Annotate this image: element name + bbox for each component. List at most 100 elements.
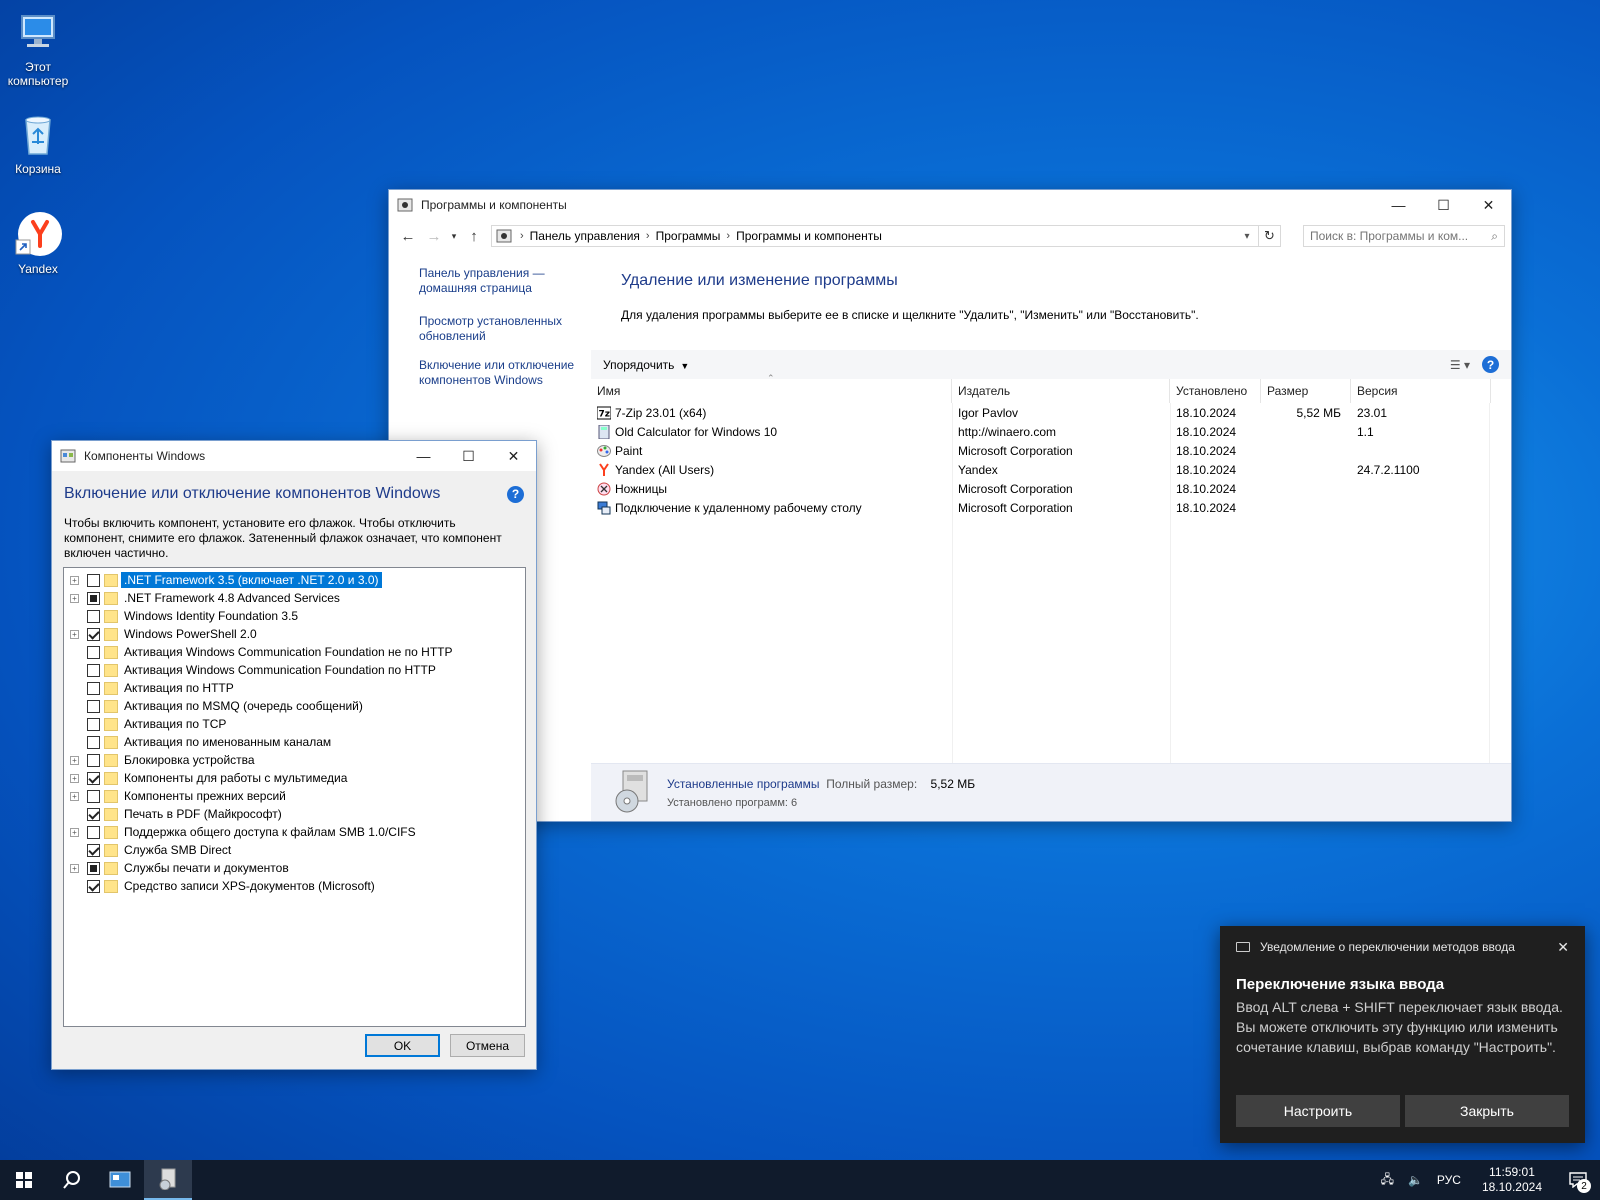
close-button[interactable]: ✕ <box>491 441 536 471</box>
search-input[interactable] <box>1310 229 1492 243</box>
column-installed[interactable]: Установлено <box>1170 379 1261 403</box>
desktop-icon-yandex[interactable]: Yandex <box>0 210 76 276</box>
column-version[interactable]: Версия <box>1351 379 1491 403</box>
expand-plus-icon[interactable]: + <box>70 755 79 765</box>
search-icon[interactable]: ⌕ <box>1491 229 1498 244</box>
feature-item[interactable]: + Компоненты для работы с мультимедиа <box>64 769 525 787</box>
breadcrumb-control-panel[interactable]: Панель управления <box>530 229 640 243</box>
address-bar[interactable]: › Панель управления › Программы › Програ… <box>491 225 1259 247</box>
feature-checkbox[interactable] <box>87 699 100 713</box>
breadcrumb-programs[interactable]: Программы <box>656 229 721 243</box>
feature-checkbox[interactable] <box>87 609 100 623</box>
expand-plus-icon[interactable]: + <box>70 863 79 873</box>
feature-checkbox[interactable] <box>87 825 100 839</box>
view-options-icon[interactable]: ☰ ▾ <box>1450 358 1470 372</box>
column-publisher[interactable]: Издатель <box>952 379 1170 403</box>
feature-item[interactable]: Активация по TCP <box>64 715 525 733</box>
feature-item[interactable]: + Поддержка общего доступа к файлам SMB 1… <box>64 823 525 841</box>
feature-checkbox[interactable] <box>87 843 100 857</box>
feature-checkbox[interactable] <box>87 807 100 821</box>
refresh-icon[interactable]: ↻ <box>1259 225 1281 247</box>
minimize-button[interactable]: — <box>1376 190 1421 220</box>
close-icon[interactable]: ✕ <box>1557 939 1569 956</box>
feature-item[interactable]: Служба SMB Direct <box>64 841 525 859</box>
back-arrow-icon[interactable]: ← <box>395 228 421 245</box>
desktop-icon-recycle-bin[interactable]: Корзина <box>0 110 76 176</box>
features-tree[interactable]: + .NET Framework 3.5 (включает .NET 2.0 и… <box>63 567 526 1027</box>
breadcrumb-programs-and-features[interactable]: Программы и компоненты <box>736 229 882 243</box>
dismiss-button[interactable]: Закрыть <box>1405 1095 1569 1127</box>
feature-checkbox[interactable] <box>87 861 100 875</box>
feature-checkbox[interactable] <box>87 627 100 641</box>
minimize-button[interactable]: — <box>401 441 446 471</box>
link-view-installed-updates[interactable]: Просмотр установленных обновлений <box>419 314 589 344</box>
feature-item[interactable]: + .NET Framework 4.8 Advanced Services <box>64 589 525 607</box>
configure-button[interactable]: Настроить <box>1236 1095 1400 1127</box>
feature-item[interactable]: + Windows PowerShell 2.0 <box>64 625 525 643</box>
taskbar-app-programs-features[interactable] <box>144 1160 192 1200</box>
table-row[interactable]: Yandex (All Users) Yandex 18.10.2024 24.7.2… <box>591 460 1511 479</box>
up-arrow-icon[interactable]: ↑ <box>461 228 487 245</box>
expand-plus-icon[interactable]: + <box>70 629 79 639</box>
forward-arrow-icon[interactable]: → <box>421 228 447 245</box>
maximize-button[interactable]: ☐ <box>446 441 491 471</box>
recent-chevron-icon[interactable]: ▾ <box>447 231 461 242</box>
feature-checkbox[interactable] <box>87 591 100 605</box>
feature-checkbox[interactable] <box>87 663 100 677</box>
link-control-panel-home[interactable]: Панель управления — домашняя страница <box>419 266 589 296</box>
feature-checkbox[interactable] <box>87 879 100 893</box>
table-row[interactable]: 7z 7-Zip 23.01 (x64) Igor Pavlov 18.10.2024… <box>591 403 1511 422</box>
expand-plus-icon[interactable]: + <box>70 791 79 801</box>
feature-checkbox[interactable] <box>87 645 100 659</box>
taskbar-app-control-panel[interactable] <box>96 1160 144 1200</box>
expand-plus-icon[interactable]: + <box>70 593 79 603</box>
feature-item[interactable]: + .NET Framework 3.5 (включает .NET 2.0 и… <box>64 571 525 589</box>
help-icon[interactable]: ? <box>1482 356 1499 373</box>
chevron-down-icon[interactable]: ▾ <box>1236 231 1258 242</box>
help-icon[interactable]: ? <box>507 485 524 503</box>
feature-checkbox[interactable] <box>87 771 100 785</box>
feature-checkbox[interactable] <box>87 717 100 731</box>
action-center-button[interactable]: 2 <box>1556 1160 1600 1200</box>
expand-plus-icon[interactable]: + <box>70 575 79 585</box>
feature-checkbox[interactable] <box>87 789 100 803</box>
language-indicator[interactable]: РУС <box>1430 1173 1468 1187</box>
feature-item[interactable]: Активация Windows Communication Foundati… <box>64 661 525 679</box>
feature-item[interactable]: Активация по именованным каналам <box>64 733 525 751</box>
feature-checkbox[interactable] <box>87 735 100 749</box>
window-titlebar[interactable]: Программы и компоненты — ☐ ✕ <box>389 190 1511 220</box>
search-box[interactable]: ⌕ <box>1303 225 1505 247</box>
feature-item[interactable]: Активация по MSMQ (очередь сообщений) <box>64 697 525 715</box>
table-row[interactable]: Ножницы Microsoft Corporation 18.10.2024 <box>591 479 1511 498</box>
clock[interactable]: 11:59:01 18.10.2024 <box>1468 1165 1556 1195</box>
feature-item[interactable]: + Компоненты прежних версий <box>64 787 525 805</box>
desktop-icon-this-pc[interactable]: Этот компьютер <box>0 8 76 88</box>
ok-button[interactable]: OK <box>365 1034 440 1057</box>
feature-item[interactable]: Средство записи XPS-документов (Microsof… <box>64 877 525 895</box>
window-titlebar[interactable]: Компоненты Windows — ☐ ✕ <box>52 441 536 471</box>
link-windows-features[interactable]: Включение или отключение компонентов Wind… <box>419 358 589 388</box>
chevron-right-icon[interactable]: › <box>646 230 650 242</box>
feature-item[interactable]: Активация по HTTP <box>64 679 525 697</box>
expand-plus-icon[interactable]: + <box>70 827 79 837</box>
feature-item[interactable]: + Блокировка устройства <box>64 751 525 769</box>
search-button[interactable] <box>48 1160 96 1200</box>
table-row[interactable]: Paint Microsoft Corporation 18.10.2024 <box>591 441 1511 460</box>
table-row[interactable]: Подключение к удаленному рабочему столу M… <box>591 498 1511 517</box>
column-size[interactable]: Размер <box>1261 379 1351 403</box>
feature-checkbox[interactable] <box>87 573 100 587</box>
start-button[interactable] <box>0 1160 48 1200</box>
feature-item[interactable]: + Службы печати и документов <box>64 859 525 877</box>
cancel-button[interactable]: Отмена <box>450 1034 525 1057</box>
organize-button[interactable]: Упорядочить ▼ <box>603 358 689 372</box>
feature-checkbox[interactable] <box>87 753 100 767</box>
close-button[interactable]: ✕ <box>1466 190 1511 220</box>
table-row[interactable]: Old Calculator for Windows 10 http://wina… <box>591 422 1511 441</box>
feature-item[interactable]: Активация Windows Communication Foundati… <box>64 643 525 661</box>
volume-icon[interactable]: 🔈 <box>1401 1173 1430 1187</box>
maximize-button[interactable]: ☐ <box>1421 190 1466 220</box>
network-icon[interactable]: 🖧 <box>1374 1170 1401 1191</box>
feature-item[interactable]: Печать в PDF (Майкрософт) <box>64 805 525 823</box>
chevron-right-icon[interactable]: › <box>726 230 730 242</box>
feature-item[interactable]: Windows Identity Foundation 3.5 <box>64 607 525 625</box>
